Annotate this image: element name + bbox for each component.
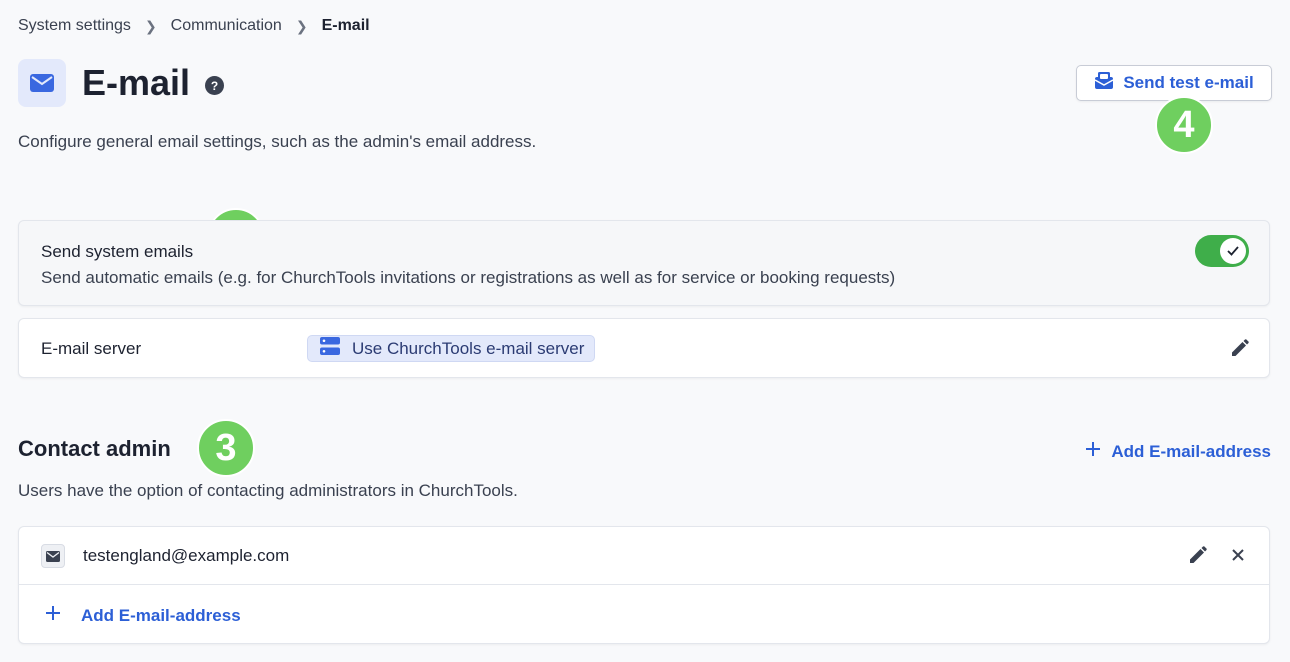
email-server-label: E-mail server (41, 339, 142, 358)
plus-icon (45, 605, 61, 626)
edit-pencil-icon[interactable] (1188, 546, 1207, 570)
contact-email-address: testengland@example.com (83, 546, 290, 565)
system-emails-toggle[interactable] (1195, 235, 1249, 267)
add-email-address-row-label: Add E-mail-address (81, 605, 241, 625)
breadcrumb-communication[interactable]: Communication (171, 17, 282, 35)
annotation-badge-3: 3 (197, 419, 255, 477)
annotation-badge-4: 4 (1155, 96, 1213, 154)
add-email-address-row[interactable]: Add E-mail-address (45, 605, 241, 626)
contact-admin-title: Contact admin (18, 436, 171, 461)
chevron-right-icon: ❯ (144, 17, 157, 34)
envelope-icon (41, 544, 65, 568)
check-icon (1220, 238, 1246, 264)
system-emails-description: Send automatic emails (e.g. for ChurchTo… (41, 268, 896, 287)
send-test-email-label: Send test e-mail (1123, 73, 1254, 92)
edit-pencil-icon[interactable] (1230, 339, 1249, 363)
add-email-address-label: Add E-mail-address (1111, 441, 1271, 461)
breadcrumb-current: E-mail (321, 17, 370, 34)
breadcrumb-system-settings[interactable]: System settings (18, 17, 131, 35)
add-email-address-link[interactable]: Add E-mail-address (1085, 441, 1271, 462)
close-icon[interactable] (1231, 548, 1245, 567)
plus-icon (1085, 441, 1101, 462)
envelope-icon (18, 59, 66, 107)
system-emails-label: Send system emails (41, 242, 194, 261)
email-server-value: Use ChurchTools e-mail server (307, 335, 596, 362)
send-test-email-button[interactable]: Send test e-mail (1076, 65, 1272, 101)
help-icon[interactable]: ? (205, 76, 224, 95)
email-server-value-label: Use ChurchTools e-mail server (352, 338, 585, 358)
page-subtitle: Configure general email settings, such a… (18, 132, 537, 151)
breadcrumb: System settings ❯ Communication ❯ E-mail (18, 17, 370, 35)
page-title: E-mail (82, 62, 191, 103)
contact-admin-description: Users have the option of contacting admi… (18, 481, 518, 500)
system-emails-card: Send system emails Send automatic emails… (18, 220, 1270, 306)
chevron-right-icon: ❯ (295, 17, 308, 34)
server-icon (320, 337, 340, 360)
mailbox-icon (1094, 71, 1114, 95)
email-server-card: E-mail server Use ChurchTools e-mail ser… (18, 318, 1270, 378)
list-item: testengland@example.com (19, 527, 1269, 585)
contact-emails-card: testengland@example.com Add E-mail-addre… (18, 526, 1270, 644)
